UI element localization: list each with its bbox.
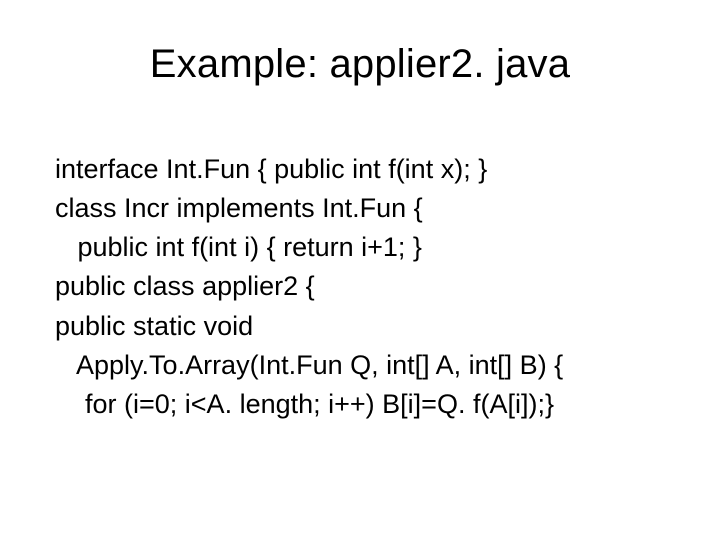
- code-line: public class applier2 {: [55, 271, 315, 301]
- code-line: public int f(int i) { return i+1; }: [55, 232, 422, 262]
- code-line: for (i=0; i<A. length; i++) B[i]=Q. f(A[…: [55, 389, 554, 419]
- code-line: class Incr implements Int.Fun {: [55, 193, 423, 223]
- code-line: public static void: [55, 311, 253, 341]
- slide-body: interface Int.Fun { public int f(int x);…: [55, 150, 675, 424]
- slide: Example: applier2. java interface Int.Fu…: [0, 0, 720, 540]
- code-line: Apply.To.Array(Int.Fun Q, int[] A, int[]…: [55, 350, 563, 380]
- code-line: interface Int.Fun { public int f(int x);…: [55, 154, 487, 184]
- slide-title: Example: applier2. java: [0, 42, 720, 87]
